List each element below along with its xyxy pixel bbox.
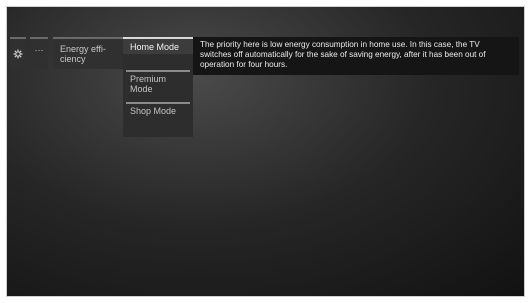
more-label: ··· <box>34 45 44 55</box>
menu-item-home-mode[interactable]: Home Mode <box>123 37 193 54</box>
menu-item-label: Premium Mode <box>130 74 167 94</box>
energy-mode-submenu: Home Mode Premium Mode Shop Mode <box>123 37 193 137</box>
menu-item-shop-mode[interactable]: Shop Mode <box>123 106 193 116</box>
more-tile[interactable]: ··· <box>30 37 48 69</box>
menu-item-label: Shop Mode <box>130 106 177 116</box>
gear-icon <box>13 49 23 59</box>
menu-item-label: Home Mode <box>130 42 180 52</box>
energy-efficiency-label: Energy effi- ciency <box>60 44 106 64</box>
energy-efficiency-tile[interactable]: Energy effi- ciency <box>53 37 123 69</box>
menu-item-premium-mode[interactable]: Premium Mode <box>123 74 193 94</box>
help-tooltip: The priority here is low energy consumpt… <box>193 37 519 75</box>
settings-tile[interactable] <box>10 37 26 69</box>
menu-divider <box>126 102 190 104</box>
tv-screen: ··· Energy effi- ciency Home Mode Premiu… <box>6 6 525 297</box>
tooltip-text: The priority here is low energy consumpt… <box>200 40 486 69</box>
menu-divider <box>126 70 190 72</box>
